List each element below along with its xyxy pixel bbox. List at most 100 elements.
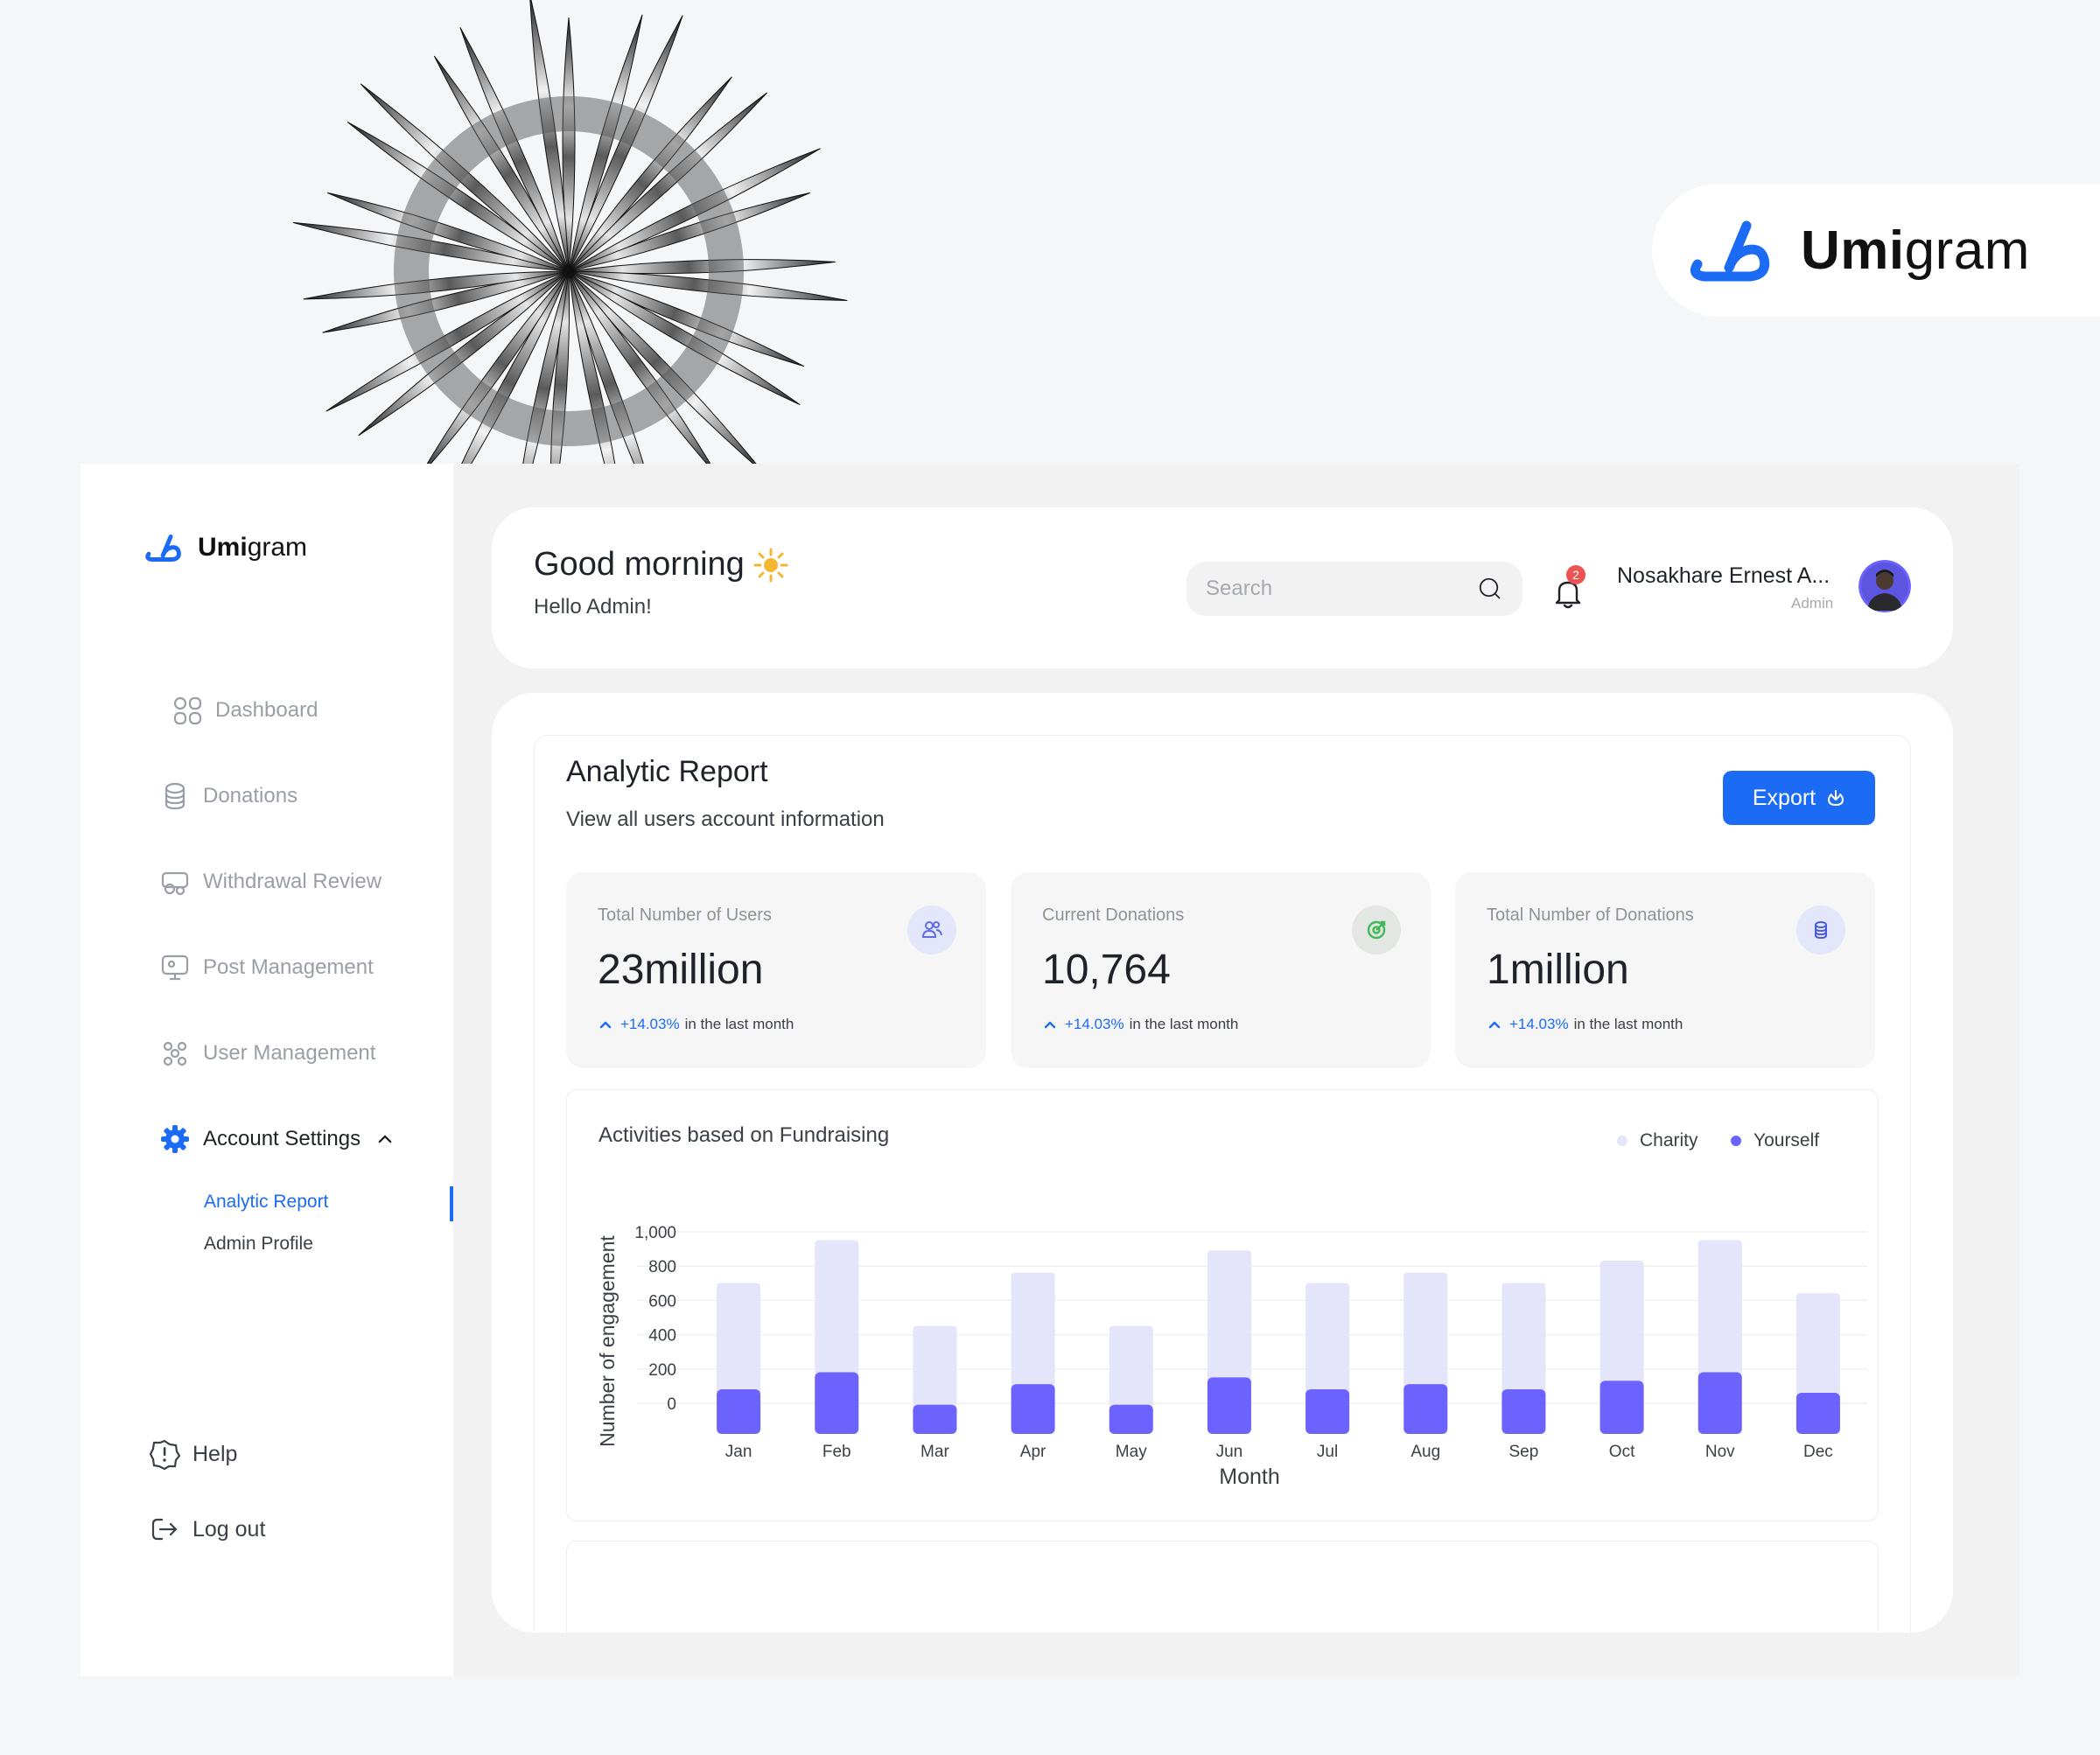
x-tick-label: Sep	[1509, 1443, 1539, 1461]
chevron-up-icon[interactable]	[373, 1127, 397, 1151]
bar-yourself	[717, 1389, 761, 1434]
sidebar-item-label: Donations	[203, 784, 298, 808]
stat-change-suffix: in the last month	[684, 1016, 794, 1032]
bar-yourself	[1109, 1404, 1153, 1434]
arrow-up-icon	[1044, 1021, 1056, 1029]
stat-value: 10,764	[1042, 947, 1171, 993]
stat-change: +14.03% in the last month	[598, 1016, 794, 1033]
stat-label: Total Number of Users	[598, 905, 772, 925]
help-icon	[149, 1439, 180, 1470]
sidebar-item-label: Withdrawal Review	[203, 870, 382, 893]
bar-chart: 1,000 800 600 400 200 0 Jan Feb Mar Apr May Jun Jul A…	[596, 1224, 1867, 1489]
greeting-title: Good morning	[534, 546, 788, 584]
fundraising-chart-card: Activities based on Fundraising Charity …	[566, 1089, 1879, 1521]
umigram-logo-icon	[1690, 220, 1770, 282]
stat-label: Current Donations	[1042, 905, 1185, 925]
bar-yourself	[1600, 1381, 1644, 1434]
stat-icon-target	[1352, 905, 1401, 954]
target-icon	[1367, 920, 1386, 940]
bar-yourself	[1207, 1377, 1251, 1434]
sidebar-item-withdrawal-review[interactable]: Withdrawal Review	[159, 866, 382, 898]
stat-value: 1million	[1487, 947, 1629, 993]
bar-yourself	[1796, 1392, 1840, 1434]
search-icon[interactable]	[1477, 571, 1503, 606]
stat-label: Total Number of Donations	[1487, 905, 1694, 925]
sidebar-subitem-admin-profile[interactable]: Admin Profile	[204, 1234, 313, 1255]
sidebar-logo[interactable]: Umigram	[144, 532, 307, 563]
export-button[interactable]: Export	[1723, 771, 1875, 825]
umigram-logo-icon	[145, 534, 181, 562]
stat-change: +14.03% in the last month	[1042, 1016, 1238, 1033]
analytic-report-panel: Analytic Report View all users account i…	[534, 735, 1911, 1633]
stat-change: +14.03% in the last month	[1487, 1016, 1683, 1033]
bar-yourself	[1306, 1389, 1350, 1434]
x-tick-label: Oct	[1609, 1443, 1635, 1461]
help-label: Help	[192, 1441, 238, 1466]
report-title: Analytic Report	[566, 755, 768, 788]
coins-icon	[164, 782, 186, 810]
y-tick-label: 0	[667, 1395, 676, 1414]
stat-change-suffix: in the last month	[1129, 1016, 1239, 1032]
search-input[interactable]	[1206, 577, 1477, 601]
gear-icon	[161, 1125, 189, 1153]
export-icon	[1828, 790, 1844, 806]
withdrawal-icon	[161, 871, 189, 896]
report-subtitle: View all users account information	[566, 808, 885, 831]
bar-yourself	[815, 1372, 859, 1434]
help-link[interactable]: Help	[149, 1438, 237, 1470]
active-indicator	[450, 1186, 453, 1221]
notification-badge: 2	[1566, 565, 1586, 584]
avatar[interactable]	[1858, 560, 1911, 612]
stat-icon-users	[907, 905, 956, 954]
bar-yourself	[1698, 1372, 1742, 1434]
sidebar-item-account-settings[interactable]: Account Settings	[159, 1123, 397, 1155]
x-tick-label: Nov	[1705, 1443, 1735, 1461]
users-icon	[921, 921, 942, 938]
sidebar-item-label: User Management	[203, 1041, 376, 1065]
bar-yourself	[913, 1404, 957, 1434]
greeting-subtitle: Hello Admin!	[534, 595, 652, 619]
sidebar-item-donations[interactable]: Donations	[159, 780, 298, 812]
users-icon	[163, 1041, 187, 1066]
brand-name: Umigram	[1801, 220, 2030, 281]
x-tick-label: Dec	[1803, 1443, 1833, 1461]
user-role: Admin	[1791, 595, 1834, 612]
arrow-up-icon	[1488, 1021, 1501, 1029]
sidebar-item-label: Account Settings	[203, 1127, 361, 1150]
dashboard-icon	[173, 696, 202, 725]
y-tick-label: 800	[648, 1258, 676, 1276]
brand-card: Umigram	[1652, 184, 2100, 317]
coins-icon	[1815, 921, 1827, 940]
logout-icon	[151, 1518, 178, 1541]
logout-link[interactable]: Log out	[149, 1514, 265, 1545]
bar-yourself	[1404, 1384, 1448, 1434]
sidebar: Umigram Dashboard Donations Withdrawal R…	[80, 464, 453, 1676]
stat-change-percent: +14.03%	[1509, 1016, 1569, 1032]
sidebar-subitem-analytic-report[interactable]: Analytic Report	[204, 1192, 328, 1213]
stat-card-total-users: Total Number of Users 23million +14.03% …	[566, 872, 986, 1068]
logout-label: Log out	[192, 1516, 266, 1542]
y-tick-label: 1,000	[634, 1224, 676, 1242]
x-tick-label: Mar	[920, 1443, 949, 1461]
x-tick-label: Apr	[1020, 1443, 1046, 1461]
y-axis-label: Number of engagement	[596, 1235, 619, 1447]
app-window: Umigram Dashboard Donations Withdrawal R…	[80, 464, 2020, 1676]
y-tick-label: 600	[648, 1292, 676, 1311]
y-tick-label: 400	[648, 1327, 676, 1346]
stat-card-current-donations: Current Donations 10,764 +14.03% in the …	[1011, 872, 1431, 1068]
sidebar-item-post-management[interactable]: Post Management	[159, 952, 374, 983]
x-tick-label: Jul	[1317, 1443, 1338, 1461]
arrow-up-icon	[599, 1021, 612, 1029]
sidebar-item-dashboard[interactable]: Dashboard	[172, 695, 318, 726]
sidebar-item-user-management[interactable]: User Management	[159, 1038, 375, 1069]
bar-yourself	[1011, 1384, 1055, 1434]
stat-value: 23million	[598, 947, 764, 993]
stat-card-total-donations: Total Number of Donations 1million +14.0…	[1455, 872, 1875, 1068]
stat-change-percent: +14.03%	[620, 1016, 680, 1032]
bar-yourself	[1502, 1389, 1546, 1434]
x-tick-label: Feb	[822, 1443, 851, 1461]
user-name: Nosakhare Ernest A...	[1617, 563, 1830, 588]
sidebar-item-label: Post Management	[203, 955, 374, 979]
search-bar[interactable]	[1186, 562, 1522, 616]
decorative-sculpture-image	[292, 0, 848, 464]
